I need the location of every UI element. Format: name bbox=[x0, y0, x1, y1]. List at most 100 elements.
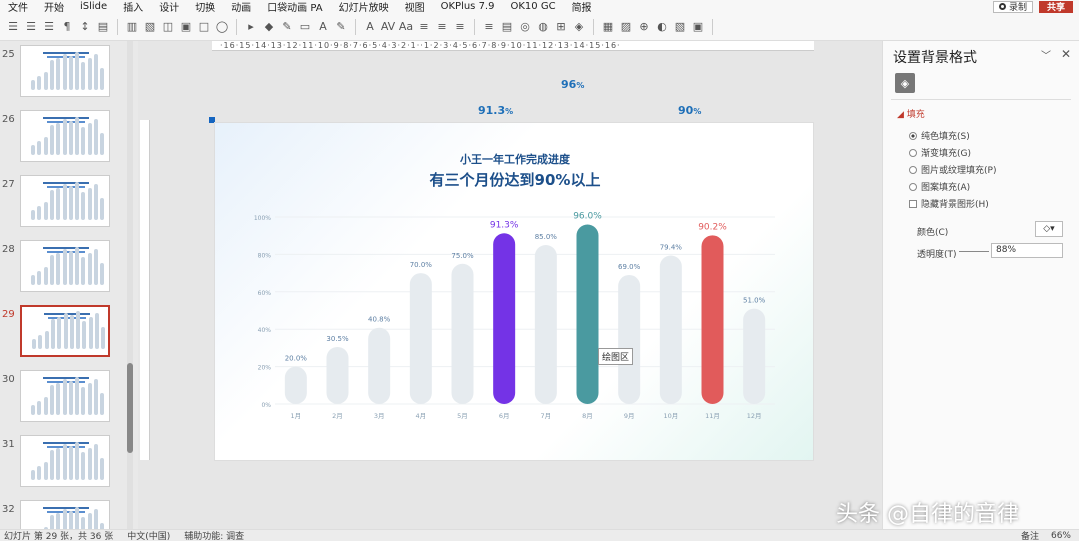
toolbar-icon[interactable]: ◆ bbox=[262, 20, 276, 34]
chevron-down-icon[interactable]: ﹀ bbox=[1041, 47, 1051, 62]
transparency-input[interactable]: 88% bbox=[991, 243, 1063, 258]
toolbar-icon[interactable]: ☰ bbox=[42, 20, 56, 34]
toolbar-icon[interactable]: ↕ bbox=[78, 20, 92, 34]
scrollbar-thumb[interactable] bbox=[127, 363, 133, 453]
slide-thumbnail-row[interactable]: 26 bbox=[0, 110, 130, 170]
close-icon[interactable]: ✕ bbox=[1061, 47, 1071, 61]
toolbar-icon[interactable]: A bbox=[363, 20, 377, 34]
zoom-level[interactable]: 66% bbox=[1051, 531, 1071, 541]
toolbar-icon[interactable]: ▧ bbox=[143, 20, 157, 34]
fill-option-1[interactable]: 渐变填充(G) bbox=[909, 146, 971, 159]
toolbar-icon[interactable]: ▣ bbox=[179, 20, 193, 34]
menu-item-12[interactable]: 简报 bbox=[564, 0, 600, 14]
language[interactable]: 中文(中国) bbox=[127, 529, 170, 541]
toolbar-icon[interactable]: ◯ bbox=[215, 20, 229, 34]
toolbar-icon[interactable]: A bbox=[316, 20, 330, 34]
thumb-bar bbox=[31, 470, 35, 480]
toolbar-icon[interactable]: ◎ bbox=[518, 20, 532, 34]
color-picker-button[interactable]: ◇▾ bbox=[1035, 221, 1063, 237]
thumb-bar bbox=[56, 383, 61, 415]
toolbar-icon[interactable]: Aa bbox=[399, 20, 413, 34]
toolbar-icon[interactable]: □ bbox=[197, 20, 211, 34]
slide-thumbnail-row[interactable]: 31 bbox=[0, 435, 130, 495]
bar-chart[interactable]: 0% 20% 40% 60% 80% 100% 20.0% 1月 30.5% 2月 40.8% 3月 7… bbox=[215, 123, 815, 462]
slide-canvas[interactable]: 小王一年工作完成进度 有三个月份达到90%以上 0% 20% 40% 60% 80% 10… bbox=[214, 122, 814, 461]
menu-item-11[interactable]: OK10 GC bbox=[502, 1, 563, 12]
slide-thumbnail[interactable] bbox=[20, 175, 110, 227]
toolbar-icon[interactable]: ✎ bbox=[334, 20, 348, 34]
radio-button[interactable] bbox=[909, 182, 917, 191]
toolbar-icon[interactable]: ✎ bbox=[280, 20, 294, 34]
toolbar-icon[interactable]: ▸ bbox=[244, 20, 258, 34]
slide-thumbnail[interactable] bbox=[20, 435, 110, 487]
toolbar-icon[interactable]: ▦ bbox=[601, 20, 615, 34]
slide-thumbnail-row[interactable]: 32 bbox=[0, 500, 130, 529]
toolbar-icon[interactable]: ☰ bbox=[6, 20, 20, 34]
thumb-bar bbox=[62, 119, 67, 155]
menu-item-9[interactable]: 视图 bbox=[397, 0, 433, 14]
x-tick-label: 2月 bbox=[332, 412, 343, 420]
fill-option-0[interactable]: 纯色填充(S) bbox=[909, 129, 970, 142]
toolbar-icon[interactable]: ◍ bbox=[536, 20, 550, 34]
slide-thumbnail-row[interactable]: 25 bbox=[0, 45, 130, 105]
slide-thumbnail[interactable] bbox=[20, 110, 110, 162]
menu-item-6[interactable]: 动画 bbox=[223, 0, 259, 14]
transparency-slider[interactable] bbox=[959, 251, 989, 252]
menu-item-4[interactable]: 设计 bbox=[151, 0, 187, 14]
menu-item-8[interactable]: 幻灯片放映 bbox=[331, 0, 397, 14]
accessibility-status[interactable]: 辅助功能: 调查 bbox=[184, 529, 244, 541]
menu-item-1[interactable]: 开始 bbox=[36, 0, 72, 14]
fill-option-3[interactable]: 图案填充(A) bbox=[909, 180, 970, 193]
radio-button[interactable] bbox=[909, 148, 917, 157]
toolbar-icon[interactable]: ≡ bbox=[453, 20, 467, 34]
slide-thumbnail-row[interactable]: 30 bbox=[0, 370, 130, 430]
toolbar-icon[interactable]: AV bbox=[381, 20, 395, 34]
slide-thumbnail[interactable] bbox=[20, 370, 110, 422]
toolbar-icon[interactable]: ▧ bbox=[673, 20, 687, 34]
slide-thumbnail-row[interactable]: 29 bbox=[0, 305, 130, 365]
menu-item-10[interactable]: OKPlus 7.9 bbox=[433, 1, 503, 12]
slide-thumbnail[interactable] bbox=[20, 45, 110, 97]
section-fill-header[interactable]: ◢ 填充 bbox=[897, 107, 925, 120]
toolbar-icon[interactable]: ≡ bbox=[417, 20, 431, 34]
menu-item-0[interactable]: 文件 bbox=[0, 0, 36, 14]
thumbnail-scrollbar[interactable] bbox=[127, 41, 133, 529]
toolbar-icon[interactable]: ▣ bbox=[691, 20, 705, 34]
toolbar-icon[interactable]: ≡ bbox=[435, 20, 449, 34]
menu-item-3[interactable]: 插入 bbox=[115, 0, 151, 14]
fill-option-4[interactable]: 隐藏背景图形(H) bbox=[909, 197, 989, 210]
slide-thumbnail[interactable] bbox=[20, 500, 110, 529]
menu-item-2[interactable]: iSlide bbox=[72, 1, 115, 12]
toolbar-icon[interactable]: ☰ bbox=[24, 20, 38, 34]
toolbar-icon[interactable]: ▤ bbox=[96, 20, 110, 34]
toolbar-icon[interactable]: ⊕ bbox=[637, 20, 651, 34]
radio-button[interactable] bbox=[909, 131, 917, 140]
radio-button[interactable] bbox=[909, 165, 917, 174]
toolbar-icon[interactable]: ◫ bbox=[161, 20, 175, 34]
slide-thumbnail[interactable] bbox=[20, 305, 110, 357]
toolbar-icon[interactable]: ≡ bbox=[482, 20, 496, 34]
toolbar-icon[interactable]: ▭ bbox=[298, 20, 312, 34]
toolbar-icon[interactable]: ▨ bbox=[619, 20, 633, 34]
slide-thumbnail-row[interactable]: 27 bbox=[0, 175, 130, 235]
thumb-bar bbox=[62, 54, 67, 90]
toolbar-icon[interactable]: ▥ bbox=[125, 20, 139, 34]
slide-thumbnail[interactable] bbox=[20, 240, 110, 292]
bar bbox=[701, 235, 724, 404]
share-button[interactable]: 共享 bbox=[1038, 0, 1073, 13]
notes-button[interactable]: 备注 bbox=[1021, 529, 1039, 541]
record-button[interactable]: 录制 bbox=[992, 0, 1033, 13]
fill-option-2[interactable]: 图片或纹理填充(P) bbox=[909, 163, 996, 176]
menu-item-7[interactable]: 口袋动画 PA bbox=[259, 0, 330, 14]
toolbar-icon[interactable]: ◈ bbox=[572, 20, 586, 34]
toolbar-icon[interactable]: ▤ bbox=[500, 20, 514, 34]
menu-item-5[interactable]: 切换 bbox=[187, 0, 223, 14]
option-label: 图片或纹理填充(P) bbox=[921, 166, 997, 176]
slide-thumbnail-row[interactable]: 28 bbox=[0, 240, 130, 300]
checkbox[interactable] bbox=[909, 199, 917, 208]
thumb-bar bbox=[49, 190, 54, 220]
fill-bucket-icon[interactable]: ◈ bbox=[895, 73, 915, 93]
toolbar-icon[interactable]: ⊞ bbox=[554, 20, 568, 34]
toolbar-icon[interactable]: ¶ bbox=[60, 20, 74, 34]
toolbar-icon[interactable]: ◐ bbox=[655, 20, 669, 34]
